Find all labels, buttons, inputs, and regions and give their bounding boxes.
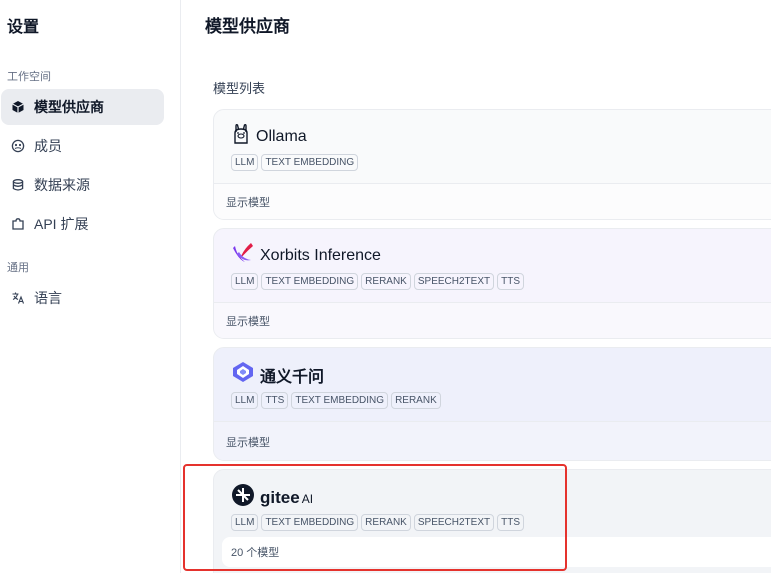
capability-tag: TEXT EMBEDDING xyxy=(291,392,389,409)
llama-icon xyxy=(231,123,251,150)
capability-tag: LLM xyxy=(231,514,259,531)
model-list-label: 模型列表 xyxy=(213,81,266,96)
capability-tags: LLM TEXT EMBEDDING RERANK SPEECH2TEXT TT… xyxy=(231,514,524,531)
gitee-icon xyxy=(231,483,255,512)
provider-logo: Xorbits Inference xyxy=(231,242,381,269)
provider-name: 通义千问 xyxy=(260,368,325,386)
capability-tag: TTS xyxy=(497,514,524,531)
sidebar-item-members[interactable]: 成员 xyxy=(1,128,164,164)
database-icon xyxy=(10,178,25,193)
capability-tags: LLM TTS TEXT EMBEDDING RERANK xyxy=(231,392,441,409)
capability-tags: LLM TEXT EMBEDDING RERANK SPEECH2TEXT TT… xyxy=(231,273,524,290)
provider-card-xorbits[interactable]: Xorbits Inference LLM TEXT EMBEDDING RER… xyxy=(213,228,771,339)
capability-tag: TTS xyxy=(497,273,524,290)
sidebar-item-api-extensions[interactable]: API 扩展 xyxy=(1,206,164,242)
xorbits-icon xyxy=(231,242,255,269)
show-models-button[interactable]: 显示模型 xyxy=(214,421,771,460)
capability-tags: LLM TEXT EMBEDDING xyxy=(231,154,359,171)
provider-logo: 通义千问 xyxy=(231,361,324,388)
sidebar-item-model-providers[interactable]: 模型供应商 xyxy=(1,89,164,125)
provider-name: Xorbits Inference xyxy=(260,246,381,264)
provider-card-gitee-ai[interactable]: gitee AI LLM TEXT EMBEDDING RERANK SPEEC… xyxy=(213,469,771,573)
sidebar-item-label: 成员 xyxy=(34,138,62,154)
sidebar-item-label: 语言 xyxy=(34,290,62,306)
sidebar-item-data-sources[interactable]: 数据来源 xyxy=(1,167,164,203)
provider-logo: Ollama xyxy=(231,123,307,150)
sidebar-item-label: 模型供应商 xyxy=(34,99,104,115)
puzzle-icon xyxy=(10,217,25,232)
capability-tag: TTS xyxy=(261,392,289,409)
provider-logo: gitee AI xyxy=(231,483,313,512)
capability-tag: RERANK xyxy=(361,514,411,531)
capability-tag: LLM xyxy=(231,154,259,171)
show-models-button[interactable]: 显示模型 xyxy=(214,302,771,338)
capability-tag: TEXT EMBEDDING xyxy=(261,273,359,290)
general-section-label: 通用 xyxy=(7,262,29,274)
provider-card-tongyi[interactable]: 通义千问 LLM TTS TEXT EMBEDDING RERANK 显示模型 xyxy=(213,347,771,461)
capability-tag: RERANK xyxy=(361,273,411,290)
workspace-section-label: 工作空间 xyxy=(7,71,51,83)
capability-tag: LLM xyxy=(231,273,259,290)
sidebar-title: 设置 xyxy=(7,19,40,36)
capability-tag: LLM xyxy=(231,392,259,409)
model-count-button[interactable]: 20 个模型 xyxy=(222,537,771,567)
provider-card-ollama[interactable]: Ollama LLM TEXT EMBEDDING 显示模型 xyxy=(213,109,771,220)
sidebar-item-label: 数据来源 xyxy=(34,177,90,193)
sidebar-item-language[interactable]: 语言 xyxy=(1,280,164,316)
capability-tag: SPEECH2TEXT xyxy=(413,273,495,290)
sidebar-item-label: API 扩展 xyxy=(34,216,89,232)
cube-icon xyxy=(10,100,25,115)
members-icon xyxy=(10,139,25,154)
settings-sidebar: 设置 工作空间 模型供应商 成员 数据来源 API 扩展 通用 语言 xyxy=(0,0,181,573)
tongyi-icon xyxy=(231,361,255,388)
provider-name: Ollama xyxy=(256,127,307,145)
capability-tag: RERANK xyxy=(391,392,441,409)
show-models-button[interactable]: 显示模型 xyxy=(214,183,771,219)
provider-name-suffix: AI xyxy=(301,491,314,506)
provider-name: gitee xyxy=(260,487,300,507)
page-title: 模型供应商 xyxy=(205,17,290,36)
translate-icon xyxy=(10,291,25,306)
capability-tag: TEXT EMBEDDING xyxy=(261,514,359,531)
capability-tag: SPEECH2TEXT xyxy=(413,514,495,531)
capability-tag: TEXT EMBEDDING xyxy=(261,154,359,171)
